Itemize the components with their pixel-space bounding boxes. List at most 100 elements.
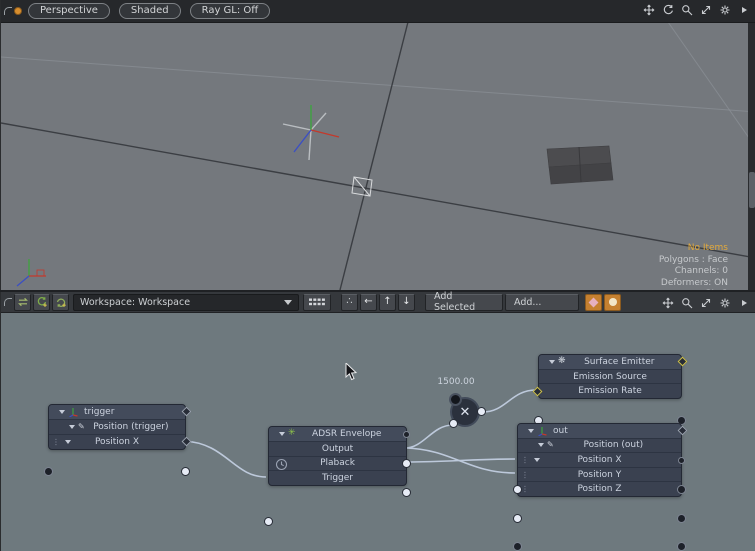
output-connector[interactable]: [677, 514, 686, 523]
sync-icon[interactable]: [14, 294, 31, 311]
arrow-left-icon[interactable]: ←: [360, 294, 377, 311]
input-connector[interactable]: [513, 514, 522, 523]
add-button[interactable]: Add...: [505, 294, 579, 311]
pan-icon[interactable]: [642, 3, 656, 17]
output-connector[interactable]: [402, 459, 411, 468]
node-emitter-row-source[interactable]: Emission Source: [539, 369, 681, 384]
node-adsr-envelope[interactable]: ✳ ADSR Envelope Output Plaback Trigger: [268, 426, 407, 486]
output-connector[interactable]: [677, 542, 686, 551]
node-emitter-header[interactable]: ❋ Surface Emitter: [539, 355, 681, 369]
output-connector[interactable]: [677, 485, 686, 494]
collapse-triangle-icon[interactable]: [538, 443, 544, 447]
grid-dots-icon[interactable]: [303, 294, 331, 311]
viewport-scrollbar-thumb[interactable]: [749, 172, 755, 208]
row-label: Position (trigger): [87, 422, 175, 432]
multiply-constant-input-connector[interactable]: [449, 393, 462, 406]
axis-widget: [283, 105, 339, 160]
collapse-triangle-icon[interactable]: [549, 360, 555, 364]
node-title: trigger: [84, 407, 175, 417]
ray-gl-button[interactable]: Ray GL: Off: [190, 3, 271, 19]
time-clock-icon: [275, 458, 288, 471]
pin-diamond-button[interactable]: [585, 294, 602, 311]
settings-icon[interactable]: [718, 296, 732, 310]
panel-corner-icon[interactable]: [4, 298, 12, 306]
zoom-icon[interactable]: [680, 296, 694, 310]
collapse-triangle-icon[interactable]: [528, 429, 534, 433]
box-mesh[interactable]: [547, 146, 613, 184]
node-out-row-position-x[interactable]: ⋮ Position X: [518, 452, 681, 467]
workspace-dropdown-label: Workspace: Workspace: [80, 297, 190, 308]
node-adsr-row-trigger[interactable]: Trigger: [269, 470, 406, 485]
viewport-toolbar: Perspective Shaded Ray GL: Off: [1, 0, 755, 23]
maximize-icon[interactable]: [699, 3, 713, 17]
arrow-down-icon[interactable]: ↓: [398, 294, 415, 311]
collapse-triangle-icon[interactable]: [59, 410, 65, 414]
add-link-icon[interactable]: [52, 294, 69, 311]
node-emitter-row-rate[interactable]: Emission Rate: [539, 383, 681, 398]
add-selected-button[interactable]: Add Selected: [425, 294, 503, 311]
add-node-icon[interactable]: [33, 294, 50, 311]
mouse-cursor: [345, 363, 359, 383]
input-connector[interactable]: [513, 542, 522, 551]
collapse-triangle-icon[interactable]: [534, 458, 540, 462]
node-trigger-header[interactable]: trigger: [49, 405, 185, 419]
arrow-up-icon[interactable]: ↑: [379, 294, 396, 311]
drag-dots-icon: ⋮: [52, 439, 60, 446]
orientation-gizmo: [17, 259, 46, 286]
multiply-value-label: 1500.00: [430, 377, 482, 387]
item-connector[interactable]: [678, 457, 685, 464]
info-deformers: Deformers: ON: [659, 278, 728, 290]
maximize-icon[interactable]: [699, 296, 713, 310]
node-trigger-row-position-x[interactable]: ⋮ Position X: [49, 434, 185, 449]
panel-corner-icon[interactable]: [4, 7, 12, 15]
node-out-row-position-z[interactable]: ⋮ Position Z: [518, 481, 681, 496]
node-out-header[interactable]: out: [518, 424, 681, 438]
pink-diamond-icon: [589, 297, 599, 307]
shading-mode-button[interactable]: Shaded: [119, 3, 181, 19]
node-trigger[interactable]: trigger ✎ Position (trigger) ⋮ Position …: [48, 404, 186, 450]
tree-icon[interactable]: ∴: [341, 294, 358, 311]
rotate-icon[interactable]: [661, 3, 675, 17]
item-connector[interactable]: [403, 431, 410, 438]
node-adsr-row-plaback[interactable]: Plaback: [269, 456, 406, 471]
collapse-triangle-icon[interactable]: [65, 440, 71, 444]
node-trigger-row-position[interactable]: ✎ Position (trigger): [49, 419, 185, 434]
zoom-icon[interactable]: [680, 3, 694, 17]
drag-dots-icon: ⋮: [521, 486, 529, 493]
more-icon[interactable]: [737, 3, 751, 17]
multiply-output-connector[interactable]: [477, 407, 486, 416]
chevron-down-icon: [284, 300, 292, 305]
row-label: Position X: [59, 437, 175, 447]
grid-axis-z: [340, 22, 408, 290]
channel-icon: ✎: [547, 441, 554, 449]
viewport-canvas[interactable]: No Items Polygons : Face Channels: 0 Def…: [1, 22, 748, 290]
workspace-dropdown[interactable]: Workspace: Workspace: [73, 294, 299, 311]
node-out-row-position[interactable]: ✎ Position (out): [518, 438, 681, 453]
node-adsr-header[interactable]: ✳ ADSR Envelope: [269, 427, 406, 441]
node-out[interactable]: out ✎ Position (out) ⋮ Position X ⋮ Posi…: [517, 423, 682, 497]
settings-icon[interactable]: [718, 3, 732, 17]
output-connector[interactable]: [402, 488, 411, 497]
more-icon[interactable]: [737, 296, 751, 310]
panel-state-dot-icon[interactable]: [14, 7, 22, 15]
viewport-panel: No Items Polygons : Face Channels: 0 Def…: [0, 0, 755, 290]
pin-circle-button[interactable]: [604, 294, 621, 311]
info-polygons: Polygons : Face: [659, 255, 728, 267]
input-connector[interactable]: [44, 467, 53, 476]
info-no-items: No Items: [659, 243, 728, 255]
node-out-row-position-y[interactable]: ⋮ Position Y: [518, 467, 681, 482]
perspective-button[interactable]: Perspective: [28, 3, 110, 19]
node-surface-emitter[interactable]: ❋ Surface Emitter Emission Source Emissi…: [538, 354, 682, 399]
row-label: Position (out): [556, 440, 671, 450]
node-title: ADSR Envelope: [298, 429, 396, 439]
collapse-triangle-icon[interactable]: [279, 432, 285, 436]
output-connector[interactable]: [181, 467, 190, 476]
node-adsr-row-output[interactable]: Output: [269, 441, 406, 456]
info-channels: Channels: 0: [659, 266, 728, 278]
row-label: Emission Rate: [549, 386, 671, 396]
multiply-input-connector[interactable]: [449, 419, 458, 428]
collapse-triangle-icon[interactable]: [69, 425, 75, 429]
input-connector[interactable]: [513, 485, 522, 494]
viewport-scrollbar[interactable]: [748, 22, 755, 290]
pan-icon[interactable]: [661, 296, 675, 310]
